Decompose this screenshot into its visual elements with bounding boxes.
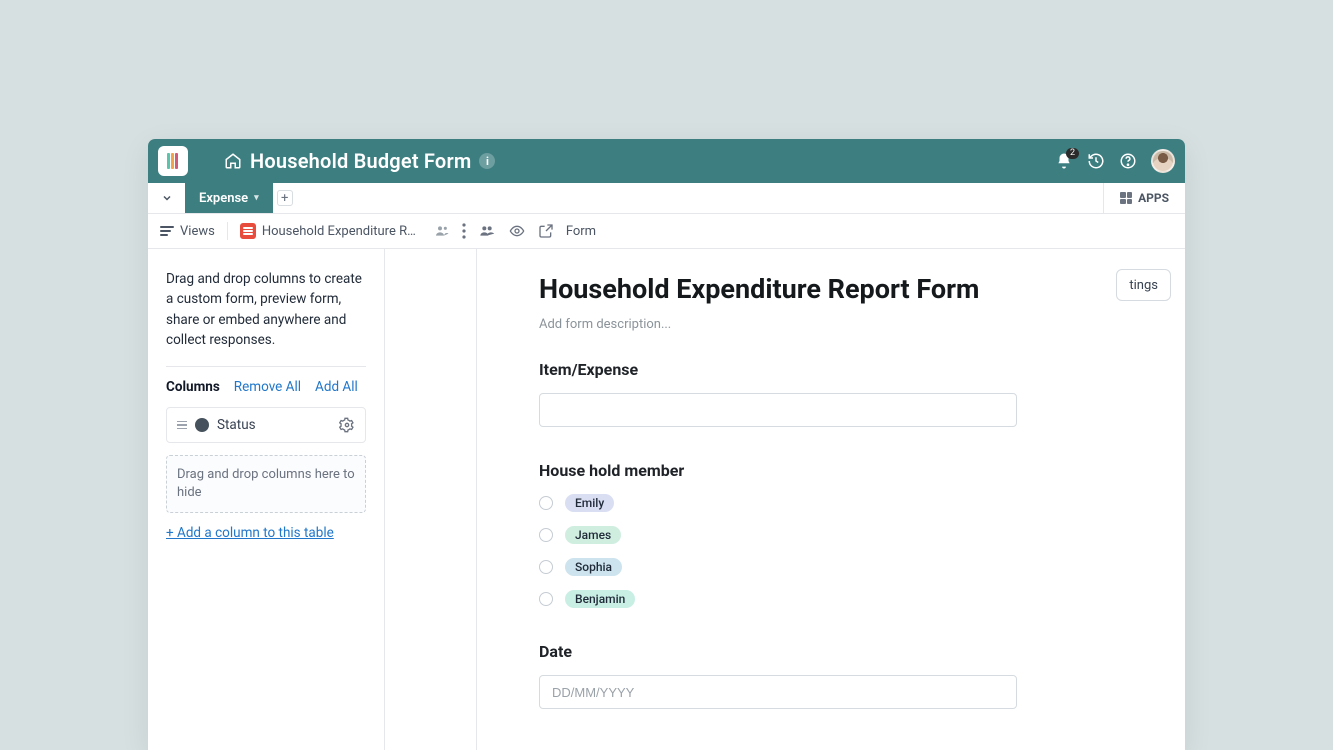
member-option[interactable]: Emily (539, 494, 1035, 512)
member-pill: Emily (565, 494, 614, 512)
form-switch-label[interactable]: Form (566, 224, 596, 239)
gutter (385, 249, 477, 750)
notifications-icon[interactable]: 2 (1055, 152, 1073, 170)
notification-badge: 2 (1066, 148, 1079, 159)
chevron-down-icon: ▾ (254, 193, 259, 203)
member-pill: James (565, 526, 621, 544)
sidebar-intro: Drag and drop columns to create a custom… (166, 269, 366, 350)
share-users-icon[interactable] (478, 223, 496, 239)
add-column-link[interactable]: + Add a column to this table (166, 525, 334, 541)
form-builder-sidebar: Drag and drop columns to create a custom… (148, 249, 385, 750)
main: Drag and drop columns to create a custom… (148, 249, 1185, 750)
info-icon[interactable]: i (479, 153, 495, 169)
list-icon (160, 226, 174, 236)
drag-handle-icon[interactable] (177, 421, 187, 430)
apps-icon (1120, 192, 1132, 204)
separator (227, 222, 228, 240)
remove-all-link[interactable]: Remove All (234, 379, 301, 395)
collaborators-icon[interactable] (434, 223, 450, 239)
date-input[interactable] (539, 675, 1017, 709)
view-name-label: Household Expenditure Re… (262, 224, 422, 239)
help-icon[interactable] (1119, 152, 1137, 170)
tab-label: Expense (199, 191, 248, 206)
field-item-expense: Item/Expense (539, 360, 1035, 427)
apps-button[interactable]: APPS (1103, 183, 1185, 213)
form-description-placeholder[interactable]: Add form description... (539, 317, 1035, 332)
divider (166, 366, 366, 367)
columns-label: Columns (166, 379, 220, 395)
avatar[interactable] (1151, 149, 1175, 173)
field-label: House hold member (539, 461, 1035, 480)
radio-icon[interactable] (539, 592, 553, 606)
field-label: Item/Expense (539, 360, 1035, 379)
views-label: Views (180, 224, 215, 239)
form-canvas: tings Household Expenditure Report Form … (477, 249, 1185, 750)
radio-icon[interactable] (539, 528, 553, 542)
field-household-member: House hold member Emily James Sophia (539, 461, 1035, 608)
more-icon[interactable] (462, 223, 466, 239)
form-title[interactable]: Household Expenditure Report Form (539, 273, 1035, 305)
app-window: Household Budget Form i 2 Expense ▾ (148, 139, 1185, 750)
radio-icon[interactable] (539, 496, 553, 510)
item-expense-input[interactable] (539, 393, 1017, 427)
tab-expense[interactable]: Expense ▾ (185, 183, 273, 213)
history-icon[interactable] (1087, 152, 1105, 170)
form-view-icon (240, 223, 256, 239)
column-chip-status[interactable]: Status (166, 407, 366, 443)
hide-columns-dropzone[interactable]: Drag and drop columns here to hide (166, 455, 366, 513)
form-settings-button[interactable]: tings (1116, 269, 1171, 301)
member-pill: Sophia (565, 558, 622, 576)
topbar: Household Budget Form i 2 (148, 139, 1185, 183)
app-logo[interactable] (158, 146, 188, 176)
views-button[interactable]: Views (160, 224, 215, 239)
status-type-icon (195, 418, 209, 432)
field-date: Date (539, 642, 1035, 709)
view-name[interactable]: Household Expenditure Re… (240, 223, 422, 239)
home-icon[interactable] (224, 152, 242, 170)
add-tab-button[interactable]: + (273, 183, 297, 213)
collapse-tabs-button[interactable] (148, 183, 185, 213)
preview-icon[interactable] (508, 223, 526, 239)
member-option[interactable]: James (539, 526, 1035, 544)
member-pill: Benjamin (565, 590, 635, 608)
member-option[interactable]: Benjamin (539, 590, 1035, 608)
member-option[interactable]: Sophia (539, 558, 1035, 576)
share-icon[interactable] (538, 223, 554, 239)
column-chip-label: Status (217, 417, 256, 433)
tabs-bar: Expense ▾ + APPS (148, 183, 1185, 214)
radio-icon[interactable] (539, 560, 553, 574)
menu-icon[interactable] (196, 153, 216, 169)
document-title[interactable]: Household Budget Form (250, 149, 471, 173)
field-label: Date (539, 642, 1035, 661)
gear-icon[interactable] (339, 417, 355, 433)
toolbar: Views Household Expenditure Re… Form (148, 214, 1185, 249)
add-all-link[interactable]: Add All (315, 379, 358, 395)
apps-label: APPS (1138, 191, 1169, 205)
